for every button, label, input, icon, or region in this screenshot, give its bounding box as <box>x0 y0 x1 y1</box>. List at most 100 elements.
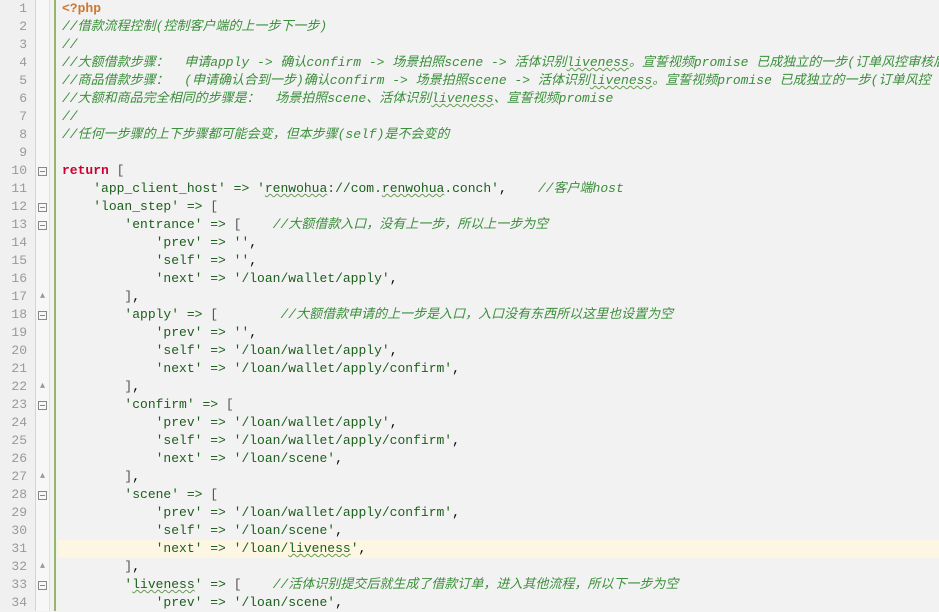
line-number: 29 <box>0 504 27 522</box>
line-number: 4 <box>0 54 27 72</box>
code-line[interactable]: 'self' => '/loan/wallet/apply/confirm', <box>58 432 939 450</box>
fold-spacer <box>36 18 49 36</box>
code-line[interactable]: //借款流程控制(控制客户端的上一步下一步) <box>58 18 939 36</box>
code-line[interactable]: <?php <box>58 0 939 18</box>
code-line[interactable]: 'prev' => '', <box>58 234 939 252</box>
fold-spacer <box>36 90 49 108</box>
fold-spacer <box>36 180 49 198</box>
line-number: 28 <box>0 486 27 504</box>
line-number: 17 <box>0 288 27 306</box>
fold-spacer <box>36 450 49 468</box>
code-line[interactable]: 'prev' => '/loan/wallet/apply/confirm', <box>58 504 939 522</box>
code-editor: 1234567891011121314151617181920212223242… <box>0 0 939 611</box>
fold-spacer <box>36 432 49 450</box>
line-number: 30 <box>0 522 27 540</box>
code-line[interactable]: 'prev' => '/loan/wallet/apply', <box>58 414 939 432</box>
fold-end-icon[interactable]: ▴ <box>36 468 49 486</box>
fold-collapse-icon[interactable] <box>36 576 49 594</box>
code-line[interactable]: // <box>58 108 939 126</box>
fold-spacer <box>36 522 49 540</box>
code-line[interactable]: 'next' => '/loan/wallet/apply', <box>58 270 939 288</box>
code-line[interactable]: 'confirm' => [ <box>58 396 939 414</box>
code-line[interactable]: ], <box>58 558 939 576</box>
line-number: 8 <box>0 126 27 144</box>
fold-spacer <box>36 54 49 72</box>
fold-collapse-icon[interactable] <box>36 162 49 180</box>
code-line[interactable]: 'app_client_host' => 'renwohua://com.ren… <box>58 180 939 198</box>
line-number: 10 <box>0 162 27 180</box>
code-line[interactable]: 'self' => '/loan/wallet/apply', <box>58 342 939 360</box>
line-number: 24 <box>0 414 27 432</box>
code-line[interactable]: 'prev' => '', <box>58 324 939 342</box>
code-line[interactable]: 'prev' => '/loan/scene', <box>58 594 939 611</box>
fold-spacer <box>36 36 49 54</box>
fold-end-icon[interactable]: ▴ <box>36 288 49 306</box>
line-number: 5 <box>0 72 27 90</box>
fold-end-icon[interactable]: ▴ <box>36 558 49 576</box>
code-line[interactable] <box>58 144 939 162</box>
fold-spacer <box>36 72 49 90</box>
fold-spacer <box>36 594 49 612</box>
code-line[interactable]: 'self' => '', <box>58 252 939 270</box>
fold-spacer <box>36 0 49 18</box>
line-number: 26 <box>0 450 27 468</box>
code-line[interactable]: 'next' => '/loan/wallet/apply/confirm', <box>58 360 939 378</box>
code-area[interactable]: <?php//借款流程控制(控制客户端的上一步下一步)////大额借款步骤： 申… <box>56 0 939 611</box>
fold-spacer <box>36 126 49 144</box>
line-number: 1 <box>0 0 27 18</box>
fold-collapse-icon[interactable] <box>36 396 49 414</box>
code-line[interactable]: 'self' => '/loan/scene', <box>58 522 939 540</box>
code-line[interactable]: 'next' => '/loan/liveness', <box>58 540 939 558</box>
line-number: 25 <box>0 432 27 450</box>
line-number: 18 <box>0 306 27 324</box>
fold-spacer <box>36 342 49 360</box>
code-line[interactable]: //任何一步骤的上下步骤都可能会变，但本步骤(self)是不会变的 <box>58 126 939 144</box>
code-line[interactable]: // <box>58 36 939 54</box>
code-line[interactable]: //大额和商品完全相同的步骤是： 场景拍照scene、活体识别liveness、… <box>58 90 939 108</box>
line-number: 11 <box>0 180 27 198</box>
code-line[interactable]: return [ <box>58 162 939 180</box>
code-line[interactable]: 'apply' => [ //大额借款申请的上一步是入口，入口没有东西所以这里也… <box>58 306 939 324</box>
line-number: 31 <box>0 540 27 558</box>
fold-collapse-icon[interactable] <box>36 198 49 216</box>
fold-spacer <box>36 234 49 252</box>
line-number: 27 <box>0 468 27 486</box>
line-number: 21 <box>0 360 27 378</box>
fold-spacer <box>36 270 49 288</box>
fold-spacer <box>36 504 49 522</box>
line-number: 12 <box>0 198 27 216</box>
code-line[interactable]: 'next' => '/loan/scene', <box>58 450 939 468</box>
code-line[interactable]: 'entrance' => [ //大额借款入口，没有上一步，所以上一步为空 <box>58 216 939 234</box>
line-number: 23 <box>0 396 27 414</box>
line-number-gutter: 1234567891011121314151617181920212223242… <box>0 0 36 611</box>
line-number: 3 <box>0 36 27 54</box>
code-line[interactable]: //商品借款步骤： (申请确认合到一步)确认confirm -> 场景拍照sce… <box>58 72 939 90</box>
fold-collapse-icon[interactable] <box>36 306 49 324</box>
code-line[interactable]: 'liveness' => [ //活体识别提交后就生成了借款订单，进入其他流程… <box>58 576 939 594</box>
fold-end-icon[interactable]: ▴ <box>36 378 49 396</box>
code-line[interactable]: //大额借款步骤： 申请apply -> 确认confirm -> 场景拍照sc… <box>58 54 939 72</box>
code-line[interactable]: ], <box>58 468 939 486</box>
fold-column: ▴ ▴ ▴ ▴ <box>36 0 50 611</box>
line-number: 9 <box>0 144 27 162</box>
line-number: 7 <box>0 108 27 126</box>
fold-spacer <box>36 144 49 162</box>
line-number: 2 <box>0 18 27 36</box>
line-number: 6 <box>0 90 27 108</box>
fold-collapse-icon[interactable] <box>36 486 49 504</box>
fold-spacer <box>36 108 49 126</box>
code-line[interactable]: ], <box>58 288 939 306</box>
line-number: 32 <box>0 558 27 576</box>
fold-collapse-icon[interactable] <box>36 216 49 234</box>
line-number: 20 <box>0 342 27 360</box>
code-line[interactable]: 'scene' => [ <box>58 486 939 504</box>
code-line[interactable]: 'loan_step' => [ <box>58 198 939 216</box>
line-number: 13 <box>0 216 27 234</box>
line-number: 34 <box>0 594 27 612</box>
line-number: 15 <box>0 252 27 270</box>
fold-spacer <box>36 324 49 342</box>
line-number: 22 <box>0 378 27 396</box>
line-number: 14 <box>0 234 27 252</box>
code-line[interactable]: ], <box>58 378 939 396</box>
fold-spacer <box>36 252 49 270</box>
